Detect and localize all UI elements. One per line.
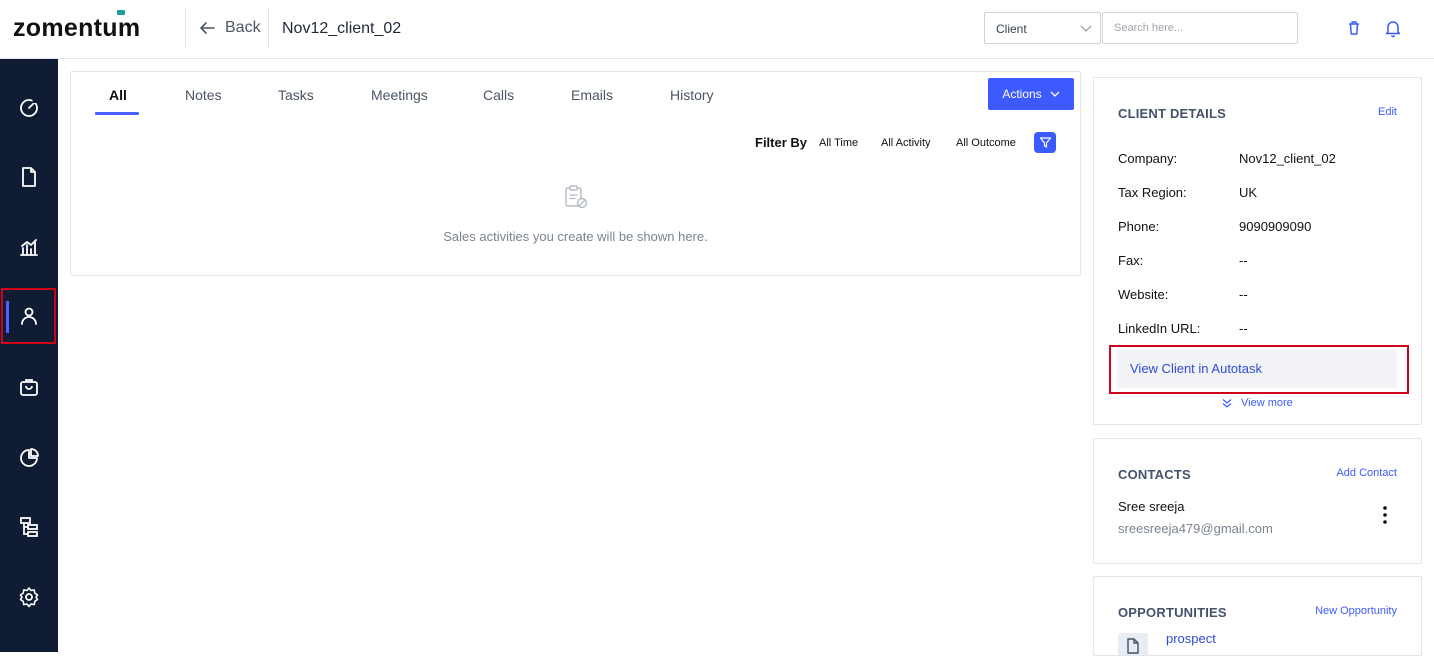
analytics-pie-icon (20, 448, 39, 467)
contacts-card: CONTACTS Add Contact Sree sreeja sreesre… (1093, 438, 1422, 564)
hierarchy-icon (20, 517, 38, 537)
edit-client-link[interactable]: Edit (1378, 106, 1397, 118)
add-contact-link[interactable]: Add Contact (1336, 467, 1397, 479)
tax-region-value: UK (1239, 185, 1258, 200)
document-icon (22, 167, 36, 187)
active-tab-indicator (95, 112, 139, 115)
back-label: Back (225, 19, 261, 36)
left-sidebar (0, 59, 58, 652)
filter-outcome[interactable]: All Outcome (956, 137, 1016, 149)
contacts-title: CONTACTS (1118, 467, 1191, 482)
settings-gear-icon (19, 587, 39, 608)
arrow-left-icon (200, 22, 215, 34)
filter-button[interactable] (1034, 132, 1056, 153)
nav-documents[interactable] (0, 149, 58, 205)
company-label: Company: (1118, 151, 1178, 166)
kebab-menu-icon[interactable] (1380, 505, 1390, 525)
client-details-card: CLIENT DETAILS Edit Company: Nov12_clien… (1093, 77, 1422, 425)
tab-meetings[interactable]: Meetings (371, 87, 428, 103)
actions-dropdown-button[interactable]: Actions (988, 78, 1074, 110)
trash-icon[interactable] (1344, 18, 1364, 38)
tab-all[interactable]: All (109, 87, 127, 103)
clients-person-icon (20, 307, 37, 325)
fax-label: Fax: (1118, 253, 1144, 268)
filter-time[interactable]: All Time (819, 137, 858, 149)
contact-email: sreesreeja479@gmail.com (1118, 521, 1273, 536)
client-details-title: CLIENT DETAILS (1118, 106, 1226, 121)
zomentum-logo[interactable]: zomentum (13, 10, 141, 43)
activity-panel: All Notes Tasks Meetings Calls Emails Hi… (70, 71, 1081, 276)
clipboard-empty-icon (565, 185, 588, 209)
new-opportunity-link[interactable]: New Opportunity (1315, 605, 1397, 617)
tax-region-label: Tax Region: (1118, 185, 1187, 200)
logo-text: zomentum (13, 14, 141, 42)
page-title: Nov12_client_02 (282, 20, 402, 37)
nav-reports[interactable] (0, 219, 58, 275)
linkedin-value: -- (1239, 321, 1248, 336)
tab-calls[interactable]: Calls (483, 87, 514, 103)
opportunity-name-link[interactable]: prospect (1166, 631, 1216, 646)
activity-tabs: All Notes Tasks Meetings Calls Emails Hi… (71, 72, 1080, 116)
empty-state-message: Sales activities you create will be show… (443, 229, 708, 244)
tab-emails[interactable]: Emails (571, 87, 613, 103)
opportunities-title: OPPORTUNITIES (1118, 605, 1227, 620)
entity-select-value: Client (996, 22, 1027, 36)
top-header: zomentum Back Nov12_client_02 Client (0, 0, 1434, 59)
linkedin-label: LinkedIn URL: (1118, 321, 1201, 336)
chevron-down-icon (1050, 91, 1060, 97)
nav-settings[interactable] (0, 569, 58, 625)
filter-by-label: Filter By (755, 135, 808, 150)
actions-label: Actions (1002, 87, 1042, 101)
website-label: Website: (1118, 287, 1169, 302)
view-more-label: View more (1241, 397, 1293, 409)
filter-activity[interactable]: All Activity (881, 137, 931, 149)
tab-history[interactable]: History (670, 87, 714, 103)
header-divider (268, 7, 269, 49)
chevron-down-icon (1080, 25, 1092, 32)
autotask-highlight: View Client in Autotask (1109, 345, 1409, 394)
nav-dashboard[interactable] (0, 79, 58, 135)
nav-hierarchy[interactable] (0, 499, 58, 555)
company-value: Nov12_client_02 (1239, 151, 1336, 166)
entity-type-select[interactable]: Client (984, 12, 1101, 44)
contact-name[interactable]: Sree sreeja (1118, 499, 1184, 514)
nav-marketplace[interactable] (0, 359, 58, 415)
phone-label: Phone: (1118, 219, 1160, 234)
header-divider (185, 7, 186, 49)
double-chevron-down-icon (1222, 398, 1232, 408)
nav-analytics[interactable] (0, 430, 58, 486)
reports-chart-icon (20, 239, 38, 256)
fax-value: -- (1239, 253, 1248, 268)
view-more-link[interactable]: View more (1221, 397, 1293, 409)
website-value: -- (1239, 287, 1248, 302)
tab-tasks[interactable]: Tasks (278, 87, 314, 103)
nav-clients[interactable] (1, 288, 56, 344)
marketplace-bag-icon (20, 379, 38, 396)
dashboard-gauge-icon (20, 98, 38, 117)
phone-value: 9090909090 (1239, 219, 1312, 234)
funnel-icon (1039, 137, 1051, 148)
logo-accent-mark (117, 10, 125, 15)
back-button[interactable]: Back (199, 19, 261, 37)
opportunities-card: OPPORTUNITIES New Opportunity prospect (1093, 576, 1422, 656)
bell-icon[interactable] (1383, 18, 1403, 38)
tab-notes[interactable]: Notes (185, 87, 222, 103)
search-input[interactable] (1102, 12, 1298, 44)
view-client-in-autotask-button[interactable]: View Client in Autotask (1117, 350, 1397, 388)
